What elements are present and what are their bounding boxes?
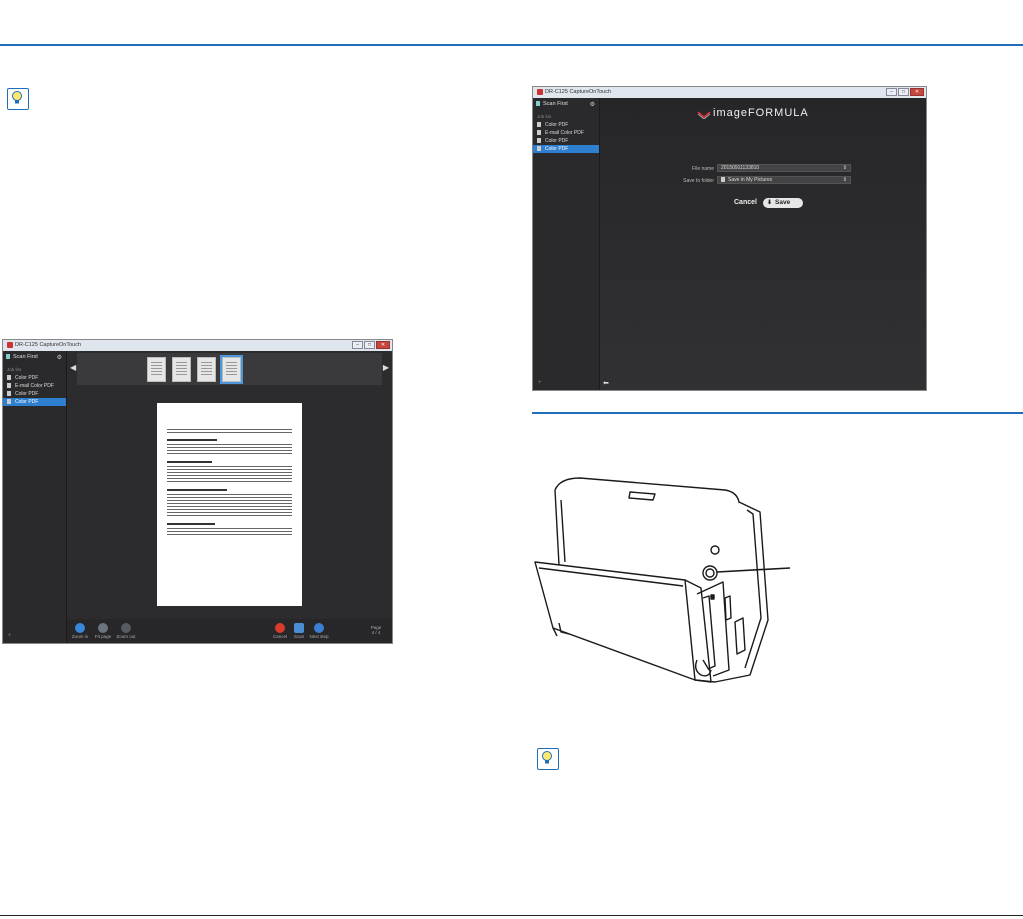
page-counter: Page 4 / 4: [370, 625, 382, 635]
pdf-icon: [7, 391, 11, 397]
sidebar-item-color-pdf-1[interactable]: Color PDF: [533, 121, 599, 129]
close-button[interactable]: ✕: [376, 341, 390, 349]
thumbnail-page-4-selected[interactable]: [220, 355, 243, 384]
zoom-in-icon: [75, 623, 85, 633]
left-preview-area: ◀ ▶ Zoom in Fit page Zoom out Cancel Sca…: [67, 351, 392, 643]
maximize-button[interactable]: □: [898, 88, 909, 96]
scan-icon: [294, 623, 304, 633]
folder-icon: [721, 177, 725, 183]
next-step-button[interactable]: Next step: [309, 623, 329, 639]
pdf-icon: [7, 399, 11, 405]
chevron-down-icon: ⇕: [842, 177, 847, 183]
scan-first-icon: [6, 354, 10, 360]
scanner-illustration: [534, 477, 791, 683]
close-icon: ✕: [914, 89, 920, 95]
pdf-icon: [537, 122, 541, 128]
email-icon: [7, 383, 11, 389]
minimize-button[interactable]: –: [886, 88, 897, 96]
pdf-icon: [7, 375, 11, 381]
scan-first-button[interactable]: Scan First: [536, 101, 568, 107]
scan-first-button[interactable]: Scan First: [6, 354, 38, 360]
job-list-label: Job list: [537, 114, 552, 119]
close-icon: ✕: [380, 342, 386, 348]
thumbnail-page-1[interactable]: [147, 357, 166, 382]
sidebar-item-color-pdf-selected[interactable]: Color PDF: [3, 398, 66, 406]
sidebar-item-email-color-pdf[interactable]: E-mail Color PDF: [533, 129, 599, 137]
back-arrow-icon[interactable]: ⬅: [603, 379, 609, 387]
email-icon: [537, 130, 541, 136]
hint-lightbulb-icon-top: [7, 88, 29, 110]
thumbnail-next-arrow-icon[interactable]: ▶: [383, 363, 389, 372]
next-step-icon: [314, 623, 324, 633]
scanned-page-preview: [157, 403, 302, 606]
sidebar-item-email-color-pdf[interactable]: E-mail Color PDF: [3, 382, 66, 390]
footer-rule: [0, 915, 1023, 916]
cancel-button[interactable]: Cancel: [734, 199, 757, 206]
scan-first-icon: [536, 101, 540, 107]
save-button[interactable]: ⬇ Save: [763, 198, 803, 208]
save-to-folder-label: Save to folder: [683, 178, 714, 184]
sidebar-item-color-pdf-2[interactable]: Color PDF: [533, 137, 599, 145]
sidebar-item-color-pdf-2[interactable]: Color PDF: [3, 390, 66, 398]
imageformula-logo-mark-icon: [697, 111, 711, 119]
cancel-scan-button[interactable]: Cancel: [270, 623, 290, 639]
save-to-folder-select[interactable]: Save in My Pictures ⇕: [717, 176, 851, 184]
right-titlebar: DR-C125 CaptureOnTouch – □ ✕: [533, 87, 926, 98]
zoom-out-button[interactable]: Zoom out: [116, 623, 136, 639]
download-icon: ⬇: [767, 200, 773, 206]
spinner-icon[interactable]: ⇕: [843, 165, 847, 172]
section-rule: [532, 412, 1023, 414]
zoom-in-button[interactable]: Zoom in: [70, 623, 90, 639]
fit-page-icon: [98, 623, 108, 633]
left-sidebar: Scan First ⚙ Job list Color PDF E-mail C…: [3, 351, 67, 643]
imageformula-logo: imageFORMULA: [713, 107, 809, 119]
maximize-button[interactable]: □: [364, 341, 375, 349]
left-window-title: DR-C125 CaptureOnTouch: [15, 342, 82, 348]
right-sidebar: Scan First ⚙ Job list Color PDF E-mail C…: [533, 98, 600, 390]
thumbnail-page-2[interactable]: [172, 357, 191, 382]
thumbnail-page-3[interactable]: [197, 357, 216, 382]
left-titlebar: DR-C125 CaptureOnTouch – □ ✕: [3, 340, 392, 351]
gear-icon[interactable]: ⚙: [590, 101, 595, 108]
hint-lightbulb-icon-bottom: [537, 748, 559, 770]
bottom-toolbar: Zoom in Fit page Zoom out Cancel Scan Ne…: [67, 619, 392, 643]
file-name-label: File name: [692, 166, 714, 172]
minimize-button[interactable]: –: [352, 341, 363, 349]
sidebar-item-color-pdf-1[interactable]: Color PDF: [3, 374, 66, 382]
sidebar-item-color-pdf-selected[interactable]: Color PDF: [533, 145, 599, 153]
fit-page-button[interactable]: Fit page: [93, 623, 113, 639]
right-window-title: DR-C125 CaptureOnTouch: [545, 89, 612, 95]
scan-button[interactable]: Scan: [289, 623, 309, 639]
job-list-label: Job list: [7, 367, 22, 372]
save-dialog-area: imageFORMULA File name 20150911133810 ⇕ S…: [600, 98, 926, 390]
pdf-icon: [537, 146, 541, 152]
zoom-out-icon: [121, 623, 131, 633]
file-name-input[interactable]: 20150911133810 ⇕: [717, 164, 851, 172]
thumbnail-strip: [77, 353, 382, 385]
cancel-icon: [275, 623, 285, 633]
add-job-icon[interactable]: +: [538, 380, 542, 386]
right-app-window: DR-C125 CaptureOnTouch – □ ✕ Scan First …: [532, 86, 927, 391]
add-job-icon[interactable]: +: [8, 633, 12, 639]
close-button[interactable]: ✕: [910, 88, 924, 96]
app-logo-icon: [537, 88, 543, 95]
app-logo-icon: [7, 341, 13, 348]
left-app-window: DR-C125 CaptureOnTouch – □ ✕ Scan First …: [2, 339, 393, 644]
pdf-icon: [537, 138, 541, 144]
gear-icon[interactable]: ⚙: [57, 354, 62, 361]
thumbnail-prev-arrow-icon[interactable]: ◀: [70, 363, 76, 372]
top-header-rule: [0, 44, 1023, 46]
